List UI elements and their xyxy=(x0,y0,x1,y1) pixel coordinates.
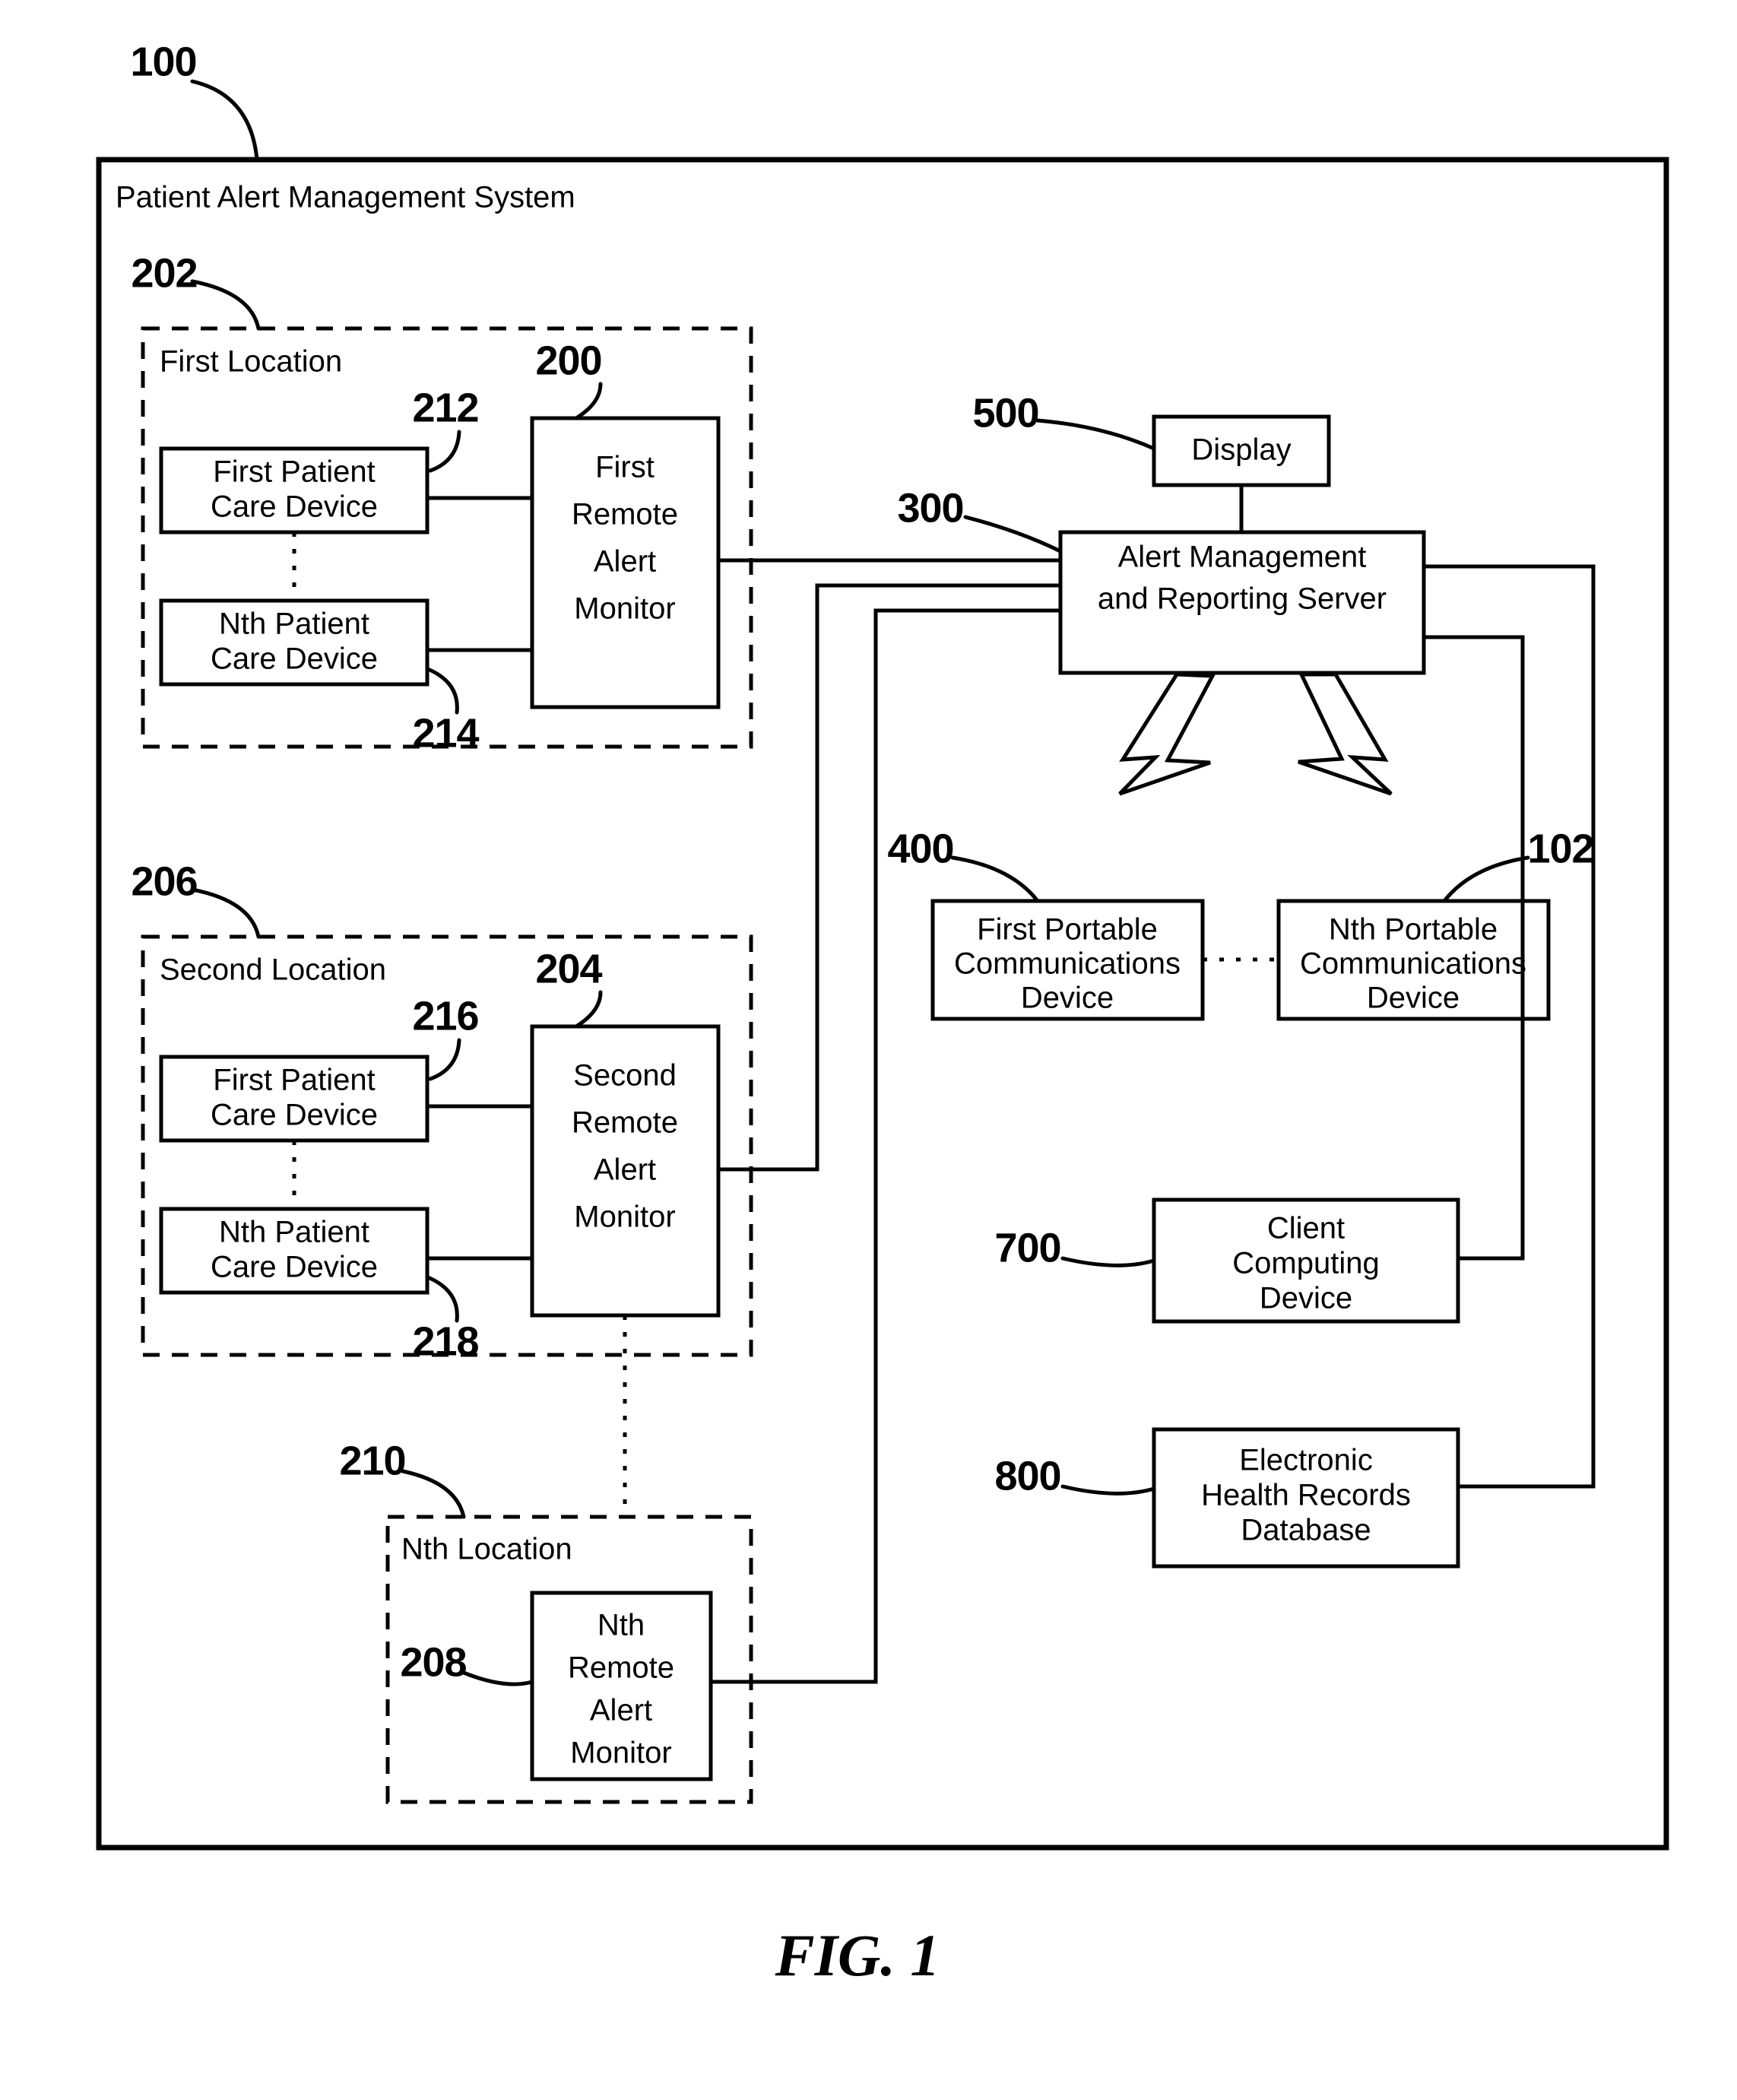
leader-line-100 xyxy=(190,79,259,162)
monitor-label-line2: Remote xyxy=(572,1106,678,1140)
ref-numeral-204: 204 xyxy=(535,946,602,991)
leader-line-208 xyxy=(461,1670,534,1686)
ehr-label-line2: Health Records xyxy=(1201,1479,1411,1512)
ref-numeral-216: 216 xyxy=(412,993,478,1039)
ref-numeral-210: 210 xyxy=(339,1438,405,1483)
monitor-label-line3: Alert xyxy=(594,1153,656,1187)
leader-line-500 xyxy=(1035,418,1156,451)
ehr-label-line3: Database xyxy=(1241,1514,1371,1547)
portable-device-label-line1: Nth Portable xyxy=(1329,913,1498,947)
monitor-label-line1: Nth xyxy=(597,1609,645,1642)
monitor-label-line3: Alert xyxy=(594,545,656,579)
ehr-label-line1: Electronic xyxy=(1239,1444,1373,1477)
ref-numeral-202: 202 xyxy=(131,250,197,296)
leader-line-202 xyxy=(190,279,261,331)
server-label-line2: and Reporting Server xyxy=(1098,582,1387,616)
client-device-label-line3: Device xyxy=(1260,1282,1352,1315)
display-label: Display xyxy=(1191,433,1291,467)
figure-caption: FIG. 1 xyxy=(775,1922,940,1988)
leader-line-216 xyxy=(428,1038,461,1081)
ref-numeral-206: 206 xyxy=(131,858,197,904)
patent-figure-page: 100 Patient Alert Management System 202 … xyxy=(0,0,1737,2100)
device-label-line2: Care Device xyxy=(211,642,378,676)
portable-device-label-line2: Communications xyxy=(954,947,1181,981)
monitor-label-line2: Remote xyxy=(568,1651,674,1685)
wire-nth-monitor-to-server xyxy=(711,608,1060,1684)
wire-server-to-ehr-database xyxy=(1424,564,1596,1489)
ref-numeral-102: 102 xyxy=(1527,826,1593,871)
ref-numeral-500: 500 xyxy=(972,390,1038,436)
leader-line-204 xyxy=(574,990,603,1029)
leader-line-300 xyxy=(963,515,1063,554)
wireless-signal-bolt-icon-left xyxy=(1118,672,1216,796)
portable-device-label-line3: Device xyxy=(1021,982,1114,1015)
system-title: Patient Alert Management System xyxy=(116,181,575,214)
leader-line-210 xyxy=(401,1469,466,1519)
device-label-line2: Care Device xyxy=(211,1099,378,1132)
second-location-title: Second Location xyxy=(160,953,386,987)
client-device-label-line2: Computing xyxy=(1232,1247,1379,1280)
ref-numeral-800: 800 xyxy=(994,1453,1060,1499)
portable-device-label-line1: First Portable xyxy=(977,913,1158,947)
device-label-line1: First Patient xyxy=(213,1064,375,1097)
monitor-label-line2: Remote xyxy=(572,498,678,531)
server-label-line1: Alert Management xyxy=(1118,541,1367,574)
ref-numeral-214: 214 xyxy=(412,710,479,756)
leader-line-218 xyxy=(426,1275,459,1323)
nth-location-title: Nth Location xyxy=(401,1533,572,1566)
client-device-label-line1: Client xyxy=(1267,1212,1345,1245)
monitor-label-line4: Monitor xyxy=(574,592,675,626)
leader-line-206 xyxy=(190,887,261,939)
leader-line-214 xyxy=(426,667,459,715)
device-label-line1: First Patient xyxy=(213,455,375,489)
ref-numeral-200: 200 xyxy=(535,338,601,383)
monitor-label-line4: Monitor xyxy=(570,1737,671,1770)
monitor-label-line1: Second xyxy=(573,1059,677,1093)
device-label-line1: Nth Patient xyxy=(219,1216,369,1249)
portable-device-label-line3: Device xyxy=(1367,982,1460,1015)
portable-device-label-line2: Communications xyxy=(1300,947,1526,981)
ref-numeral-208: 208 xyxy=(400,1639,466,1685)
device-label-line1: Nth Patient xyxy=(219,607,369,641)
monitor-label-line3: Alert xyxy=(590,1694,652,1727)
leader-line-700 xyxy=(1060,1256,1156,1267)
ref-numeral-212: 212 xyxy=(412,385,478,430)
leader-line-102 xyxy=(1442,855,1530,903)
first-location-title: First Location xyxy=(160,345,342,379)
monitor-label-line1: First xyxy=(595,451,655,484)
leader-line-800 xyxy=(1060,1484,1156,1496)
ref-numeral-700: 700 xyxy=(994,1225,1060,1270)
ref-numeral-300: 300 xyxy=(897,485,963,531)
device-label-line2: Care Device xyxy=(211,490,378,524)
leader-line-200 xyxy=(574,382,603,420)
ref-numeral-100: 100 xyxy=(130,39,196,84)
ref-numeral-218: 218 xyxy=(412,1318,478,1364)
figure-canvas: 100 Patient Alert Management System 202 … xyxy=(96,39,1669,1988)
ref-numeral-400: 400 xyxy=(887,826,953,871)
monitor-label-line4: Monitor xyxy=(574,1201,675,1234)
wireless-signal-bolt-icon-right xyxy=(1298,672,1393,796)
leader-line-212 xyxy=(428,430,461,473)
device-label-line2: Care Device xyxy=(211,1251,378,1284)
leader-line-400 xyxy=(950,855,1040,903)
